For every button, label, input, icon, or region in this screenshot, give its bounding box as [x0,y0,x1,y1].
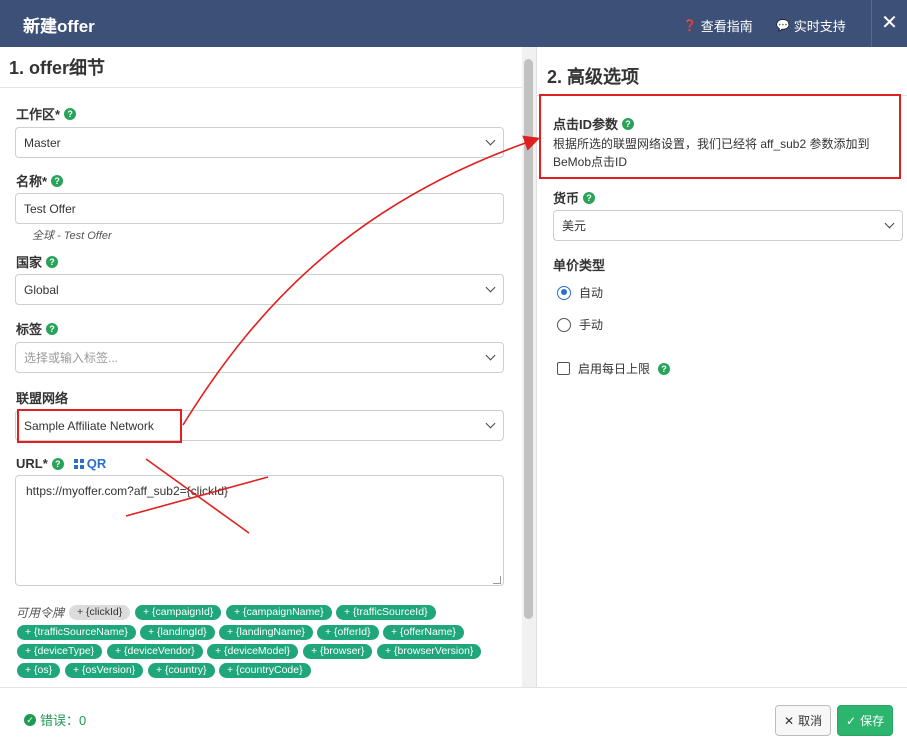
scrollbar-thumb[interactable] [524,59,533,619]
tokens-clip: 可用令牌 + {clickId} + {campaignId} + {campaig… [0,47,522,687]
radio-unselected-icon [557,317,571,332]
dialog-footer: ✓ 错误：0 ✕ 取消 ✓ 保存 [0,687,907,747]
token-chip[interactable]: + {browser} [303,644,373,659]
token-chip[interactable]: + {country} [148,663,215,678]
token-chip[interactable]: + {deviceType} [17,644,103,659]
check-circle-icon: ✓ [24,713,36,726]
checkbox-icon [557,362,570,375]
radio-auto-label: 自动 [579,286,604,300]
chat-bubble-icon: 💬 [776,20,790,32]
save-button[interactable]: ✓ 保存 [837,705,894,736]
error-count: ✓ 错误：0 [24,710,86,729]
cancel-button[interactable]: ✕ 取消 [775,705,832,736]
token-chip[interactable]: + {deviceVendor} [107,644,203,659]
currency-label-text: 货币 [553,191,580,206]
help-icon[interactable]: ? [658,362,671,375]
token-chip[interactable]: + {offerName} [383,625,464,640]
currency-value: 美元 [562,219,587,233]
tokens-area: 可用令牌 + {clickId} + {campaignId} + {campaig… [0,47,522,687]
daily-cap-label: 启用每日上限 [578,362,651,376]
cancel-label: 取消 [798,714,823,728]
daily-cap-checkbox[interactable]: 启用每日上限 ? [557,360,671,377]
token-chip[interactable]: + {offerId} [317,625,379,640]
token-chip[interactable]: + {trafficSourceName} [17,625,136,640]
currency-select[interactable]: 美元 [553,210,903,241]
guide-label: 查看指南 [700,19,753,34]
close-icon[interactable]: ✕ [871,0,907,47]
live-support-button[interactable]: 💬 实时支持 [776,16,846,35]
help-icon[interactable]: ? [583,191,596,204]
radio-selected-icon [557,285,571,300]
radio-manual-label: 手动 [579,318,604,332]
guide-button[interactable]: ❓ 查看指南 [683,16,753,35]
dialog-title: 新建offer [23,17,95,36]
token-chip[interactable]: + {browserVersion} [377,644,482,659]
token-chip[interactable]: + {landingName} [219,625,313,640]
check-icon: ✓ [846,713,857,728]
token-chip[interactable]: + {clickId} [69,605,131,620]
left-panel-scrollbar[interactable] [522,47,536,687]
error-count-label: 错误：0 [40,713,87,728]
token-chip[interactable]: + {landingId} [140,625,215,640]
available-tokens-label: 可用令牌 [16,606,65,620]
question-circle-icon: ❓ [683,20,697,32]
radio-manual[interactable]: 手动 [557,316,603,333]
save-label: 保存 [860,714,885,728]
token-chip[interactable]: + {deviceModel} [207,644,299,659]
price-type-label: 单价类型 [553,258,606,273]
annotation-box-clickid [539,94,901,179]
token-chip[interactable]: + {osVersion} [65,663,144,678]
token-chip[interactable]: + {campaignName} [226,605,332,620]
currency-label: 货币 ? [553,188,596,207]
radio-auto[interactable]: 自动 [557,284,603,301]
token-chip[interactable]: + {trafficSourceId} [336,605,436,620]
support-label: 实时支持 [793,19,846,34]
advanced-options-panel: 2. 高级选项 点击ID参数 ? 根据所选的联盟网络设置，我们已经将 aff_s… [536,47,907,687]
token-chip[interactable]: + {campaignId} [135,605,222,620]
section-title-advanced: 2. 高级选项 [547,67,640,87]
chevron-down-icon [884,218,895,229]
token-chip[interactable]: + {countryCode} [219,663,311,678]
token-chip[interactable]: + {os} [17,663,61,678]
dialog-header: 新建offer ❓ 查看指南 💬 实时支持 ✕ [0,0,907,47]
close-icon: ✕ [784,713,795,728]
